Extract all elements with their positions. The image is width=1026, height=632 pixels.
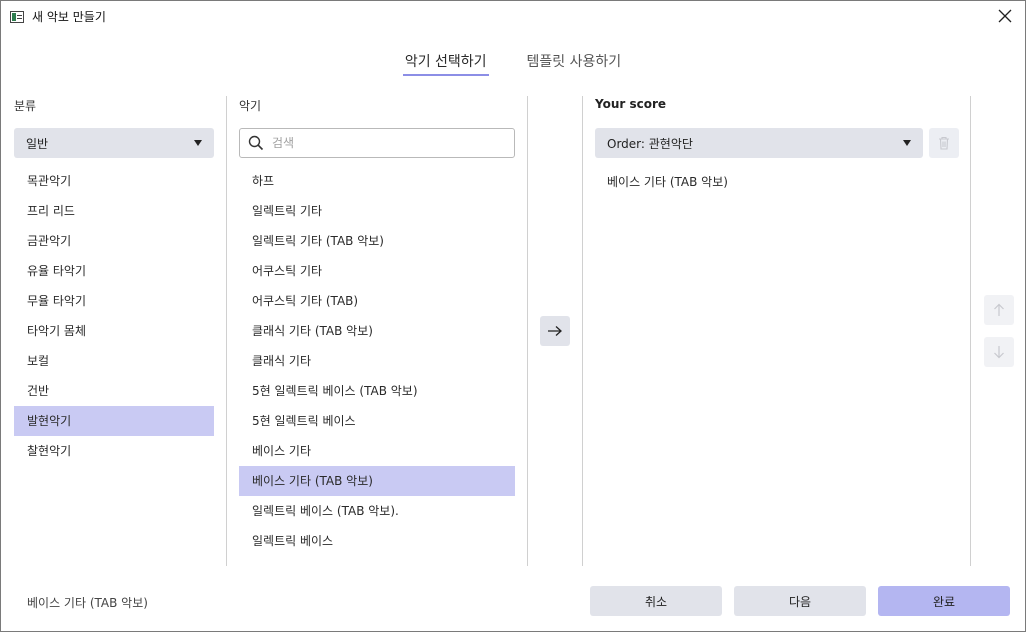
close-icon[interactable] (995, 6, 1015, 26)
your-score-label: Your score (595, 97, 667, 111)
next-button[interactable]: 다음 (734, 586, 866, 616)
category-select[interactable]: 일반 (14, 128, 214, 158)
chevron-down-icon (903, 140, 911, 146)
instrument-item[interactable]: 어쿠스틱 기타 (TAB) (239, 286, 515, 316)
instrument-item[interactable]: 어쿠스틱 기타 (239, 256, 515, 286)
instrument-item[interactable]: 일렉트릭 베이스 (TAB 악보). (239, 496, 515, 526)
instrument-item[interactable]: 클래식 기타 (239, 346, 515, 376)
category-list: 목관악기 프리 리드 금관악기 유율 타악기 무율 타악기 타악기 몸체 보컬 … (14, 166, 214, 466)
search-icon (248, 135, 264, 151)
category-item-percussion-body[interactable]: 타악기 몸체 (14, 316, 214, 346)
instrument-item[interactable]: 5현 일렉트릭 베이스 (TAB 악보) (239, 376, 515, 406)
divider (970, 96, 971, 566)
search-field[interactable] (239, 128, 515, 158)
score-instrument-item[interactable]: 베이스 기타 (TAB 악보) (595, 167, 728, 197)
instrument-item[interactable]: 일렉트릭 기타 (TAB 악보) (239, 226, 515, 256)
window-title: 새 악보 만들기 (32, 10, 106, 24)
divider (226, 96, 227, 566)
remove-button[interactable] (929, 128, 959, 158)
trash-icon (939, 136, 949, 150)
category-item-keyboards[interactable]: 건반 (14, 376, 214, 406)
chevron-down-icon (194, 140, 202, 146)
instrument-item[interactable]: 하프 (239, 166, 515, 196)
category-item-free-reed[interactable]: 프리 리드 (14, 196, 214, 226)
arrow-down-icon (994, 346, 1004, 359)
category-item-woodwinds[interactable]: 목관악기 (14, 166, 214, 196)
arrow-up-icon (994, 303, 1004, 316)
category-item-brass[interactable]: 금관악기 (14, 226, 214, 256)
instrument-item[interactable]: 5현 일렉트릭 베이스 (239, 406, 515, 436)
divider (582, 96, 583, 566)
instrument-item-selected[interactable]: 베이스 기타 (TAB 악보) (239, 466, 515, 496)
move-down-button[interactable] (984, 337, 1014, 367)
category-select-value: 일반 (26, 136, 49, 151)
instrument-item[interactable]: 클래식 기타 (TAB 악보) (239, 316, 515, 346)
instruments-label: 악기 (239, 99, 262, 113)
instrument-item[interactable]: 일렉트릭 베이스 (239, 526, 515, 556)
done-button[interactable]: 완료 (878, 586, 1010, 616)
tab-use-template[interactable]: 템플릿 사용하기 (525, 49, 624, 76)
order-select-value: Order: 관현악단 (607, 136, 693, 151)
title-bar: 새 악보 만들기 (1, 1, 1025, 32)
divider (527, 96, 528, 566)
instrument-list: 하프 일렉트릭 기타 일렉트릭 기타 (TAB 악보) 어쿠스틱 기타 어쿠스틱… (239, 166, 515, 556)
category-item-bowed-strings[interactable]: 찰현악기 (14, 436, 214, 466)
search-input[interactable] (272, 136, 502, 150)
order-select[interactable]: Order: 관현악단 (595, 128, 923, 158)
tab-choose-instruments[interactable]: 악기 선택하기 (402, 49, 489, 76)
arrow-right-icon (548, 326, 562, 336)
dialog-window: 새 악보 만들기 악기 선택하기 템플릿 사용하기 분류 악기 Your sco… (0, 0, 1026, 632)
category-item-vocals[interactable]: 보컬 (14, 346, 214, 376)
selection-summary: 베이스 기타 (TAB 악보) (27, 596, 148, 610)
tab-bar: 악기 선택하기 템플릿 사용하기 (1, 49, 1025, 77)
category-item-plucked-strings[interactable]: 발현악기 (14, 406, 214, 436)
cancel-button[interactable]: 취소 (590, 586, 722, 616)
add-to-score-button[interactable] (540, 316, 570, 346)
category-item-pitched-percussion[interactable]: 유율 타악기 (14, 256, 214, 286)
move-up-button[interactable] (984, 295, 1014, 325)
category-label: 분류 (14, 99, 37, 113)
instrument-item[interactable]: 일렉트릭 기타 (239, 196, 515, 226)
category-item-unpitched-percussion[interactable]: 무율 타악기 (14, 286, 214, 316)
app-icon (10, 10, 24, 23)
instrument-item[interactable]: 베이스 기타 (239, 436, 515, 466)
